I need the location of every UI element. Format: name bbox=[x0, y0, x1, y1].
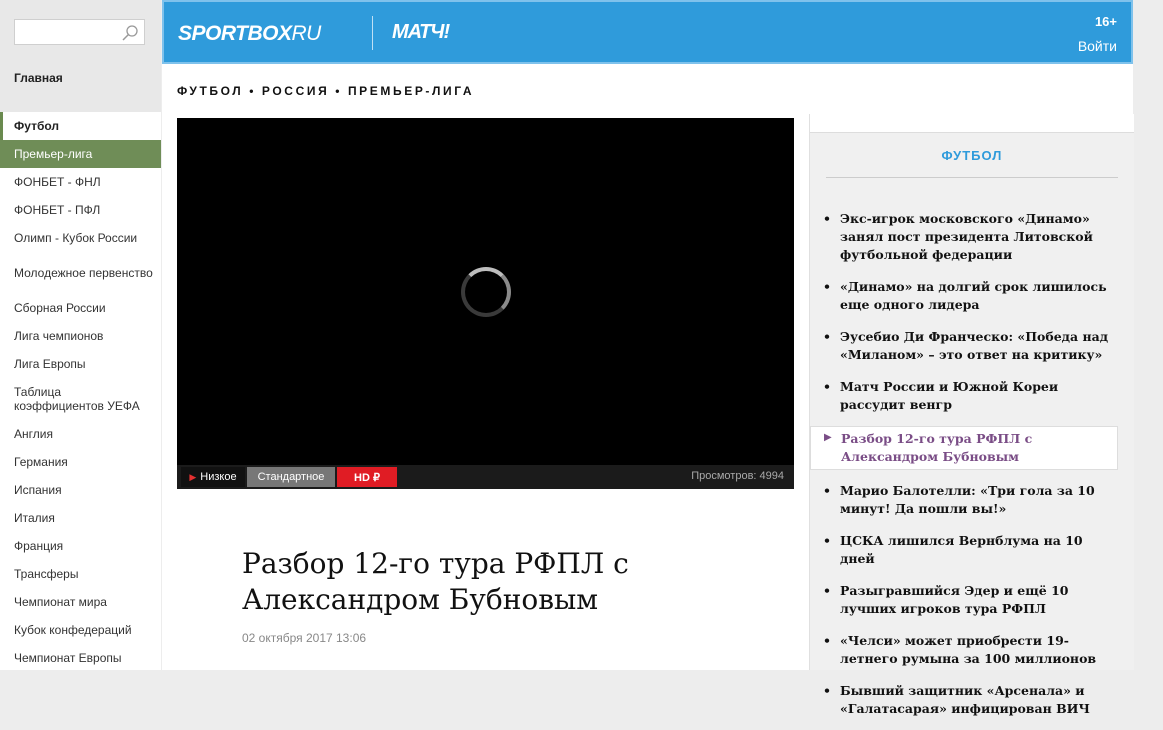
sidebar-menu: Футбол Премьер-лига ФОНБЕТ - ФНЛ ФОНБЕТ … bbox=[0, 112, 161, 672]
news-item-title: Эусебио Ди Франческо: «Победа над «Милан… bbox=[840, 329, 1109, 362]
sidebar-item-pfl[interactable]: ФОНБЕТ - ПФЛ bbox=[0, 196, 161, 224]
news-item-title: Матч России и Южной Кореи рассудит венгр bbox=[840, 379, 1059, 412]
loading-spinner-icon bbox=[461, 267, 511, 317]
quality-low-label: Низкое bbox=[200, 471, 237, 483]
sidebar-item-russian-cup[interactable]: Олимп - Кубок России bbox=[0, 224, 161, 252]
logo-main-text: SPORTBOX bbox=[178, 22, 292, 45]
login-link[interactable]: Войти bbox=[1078, 38, 1117, 54]
logo-suffix-text: RU bbox=[291, 22, 321, 45]
site-header: SPORTBOXRU МАТЧ! 16+ Войти bbox=[162, 0, 1133, 64]
search-input[interactable] bbox=[19, 23, 123, 43]
video-player[interactable]: ▶ Низкое Стандартное HD ₽ Просмотров: 499… bbox=[177, 118, 794, 489]
sidebar-item-spain[interactable]: Испания bbox=[0, 476, 161, 504]
main-content: SPORTBOXRU МАТЧ! 16+ Войти ФУТБОЛ • РОСС… bbox=[162, 0, 1134, 716]
sidebar-item-confederations-cup[interactable]: Кубок конфедераций bbox=[0, 616, 161, 644]
search-icon[interactable] bbox=[121, 24, 139, 42]
sidebar-item-france[interactable]: Франция bbox=[0, 532, 161, 560]
news-item-title: Бывший защитник «Арсенала» и «Галатасара… bbox=[840, 683, 1090, 716]
news-item[interactable]: • «Динамо» на долгий срок лишилось еще од… bbox=[810, 276, 1134, 316]
sidebar-item-premier-league[interactable]: Премьер-лига bbox=[0, 140, 161, 168]
news-list: • Экс-игрок московского «Динамо» занял по… bbox=[810, 208, 1134, 730]
search-box[interactable] bbox=[14, 19, 145, 45]
news-item[interactable]: • Матч России и Южной Кореи рассудит венг… bbox=[810, 376, 1134, 416]
bullet-icon: • bbox=[823, 211, 831, 226]
news-panel-divider bbox=[826, 177, 1118, 178]
bullet-icon: • bbox=[823, 683, 831, 698]
news-panel-heading[interactable]: ФУТБОЛ bbox=[810, 148, 1134, 163]
sidebar-item-italy[interactable]: Италия bbox=[0, 504, 161, 532]
sidebar-item-euro[interactable]: Чемпионат Европы bbox=[0, 644, 161, 672]
quality-hd-button[interactable]: HD ₽ bbox=[337, 467, 397, 487]
play-arrow-icon: ▶ bbox=[824, 432, 832, 443]
news-item-title: Разбор 12-го тура РФПЛ с Александром Буб… bbox=[841, 431, 1033, 464]
article-title: Разбор 12-го тура РФПЛ с Александром Буб… bbox=[242, 547, 629, 616]
bullet-icon: • bbox=[823, 633, 831, 648]
sidebar: Главная Футбол Премьер-лига ФОНБЕТ - ФНЛ… bbox=[0, 0, 161, 670]
sidebar-item-england[interactable]: Англия bbox=[0, 420, 161, 448]
news-item-title: Марио Балотелли: «Три гола за 10 минут! … bbox=[840, 483, 1095, 516]
view-count: Просмотров: 4994 bbox=[691, 470, 784, 482]
news-item[interactable]: • Экс-игрок московского «Динамо» занял по… bbox=[810, 208, 1134, 266]
sidebar-top: Главная bbox=[0, 0, 161, 112]
news-item-title: ЦСКА лишился Вернблума на 10 дней bbox=[840, 533, 1083, 566]
age-rating-badge: 16+ bbox=[1094, 14, 1117, 29]
bullet-icon: • bbox=[823, 483, 831, 498]
bullet-icon: • bbox=[823, 329, 831, 344]
sportbox-logo[interactable]: SPORTBOXRU bbox=[178, 22, 321, 46]
quality-standard-button[interactable]: Стандартное bbox=[247, 467, 335, 487]
breadcrumb[interactable]: ФУТБОЛ • РОССИЯ • ПРЕМЬЕР-ЛИГА bbox=[177, 84, 474, 98]
news-panel: ФУТБОЛ • Экс-игрок московского «Динамо» з… bbox=[809, 114, 1134, 716]
news-item[interactable]: • Марио Балотелли: «Три гола за 10 минут!… bbox=[810, 480, 1134, 520]
sidebar-item-champions-league[interactable]: Лига чемпионов bbox=[0, 322, 161, 350]
news-item-title: «Динамо» на долгий срок лишилось еще одн… bbox=[840, 279, 1107, 312]
sidebar-item-germany[interactable]: Германия bbox=[0, 448, 161, 476]
play-icon: ▶ bbox=[189, 471, 197, 482]
sidebar-item-football[interactable]: Футбол bbox=[0, 112, 161, 140]
sidebar-item-fnl[interactable]: ФОНБЕТ - ФНЛ bbox=[0, 168, 161, 196]
bullet-icon: • bbox=[823, 279, 831, 294]
sidebar-item-transfers[interactable]: Трансферы bbox=[0, 560, 161, 588]
news-panel-top-strip bbox=[810, 114, 1134, 133]
news-item[interactable]: • «Челси» может приобрести 19-летнего рум… bbox=[810, 630, 1134, 670]
article-date: 02 октября 2017 13:06 bbox=[242, 631, 367, 645]
bullet-icon: • bbox=[823, 583, 831, 598]
news-item-title: Экс-игрок московского «Динамо» занял пос… bbox=[840, 211, 1093, 262]
news-item[interactable]: • Разыгравшийся Эдер и ещё 10 лучших игро… bbox=[810, 580, 1134, 620]
news-item-current[interactable]: ▶ Разбор 12-го тура РФПЛ с Александром Бу… bbox=[810, 426, 1118, 470]
sidebar-item-youth-league[interactable]: Молодежное первенство bbox=[0, 252, 161, 294]
quality-low-button[interactable]: ▶ Низкое bbox=[181, 467, 245, 487]
sidebar-item-russia-national-team[interactable]: Сборная России bbox=[0, 294, 161, 322]
match-logo[interactable]: МАТЧ! bbox=[392, 21, 450, 44]
video-control-bar: ▶ Низкое Стандартное HD ₽ Просмотров: 499… bbox=[177, 465, 794, 489]
sidebar-home-link[interactable]: Главная bbox=[14, 71, 63, 85]
news-item-title: Разыгравшийся Эдер и ещё 10 лучших игрок… bbox=[840, 583, 1069, 616]
sidebar-item-uefa-coefficients[interactable]: Таблица коэффициентов УЕФА bbox=[0, 378, 161, 420]
news-item[interactable]: • Эусебио Ди Франческо: «Победа над «Мила… bbox=[810, 326, 1134, 366]
news-item-title: «Челси» может приобрести 19-летнего румы… bbox=[840, 633, 1097, 666]
news-item[interactable]: • ЦСКА лишился Вернблума на 10 дней bbox=[810, 530, 1134, 570]
news-item[interactable]: • Бывший защитник «Арсенала» и «Галатасар… bbox=[810, 680, 1134, 720]
sidebar-item-europa-league[interactable]: Лига Европы bbox=[0, 350, 161, 378]
bullet-icon: • bbox=[823, 379, 831, 394]
sidebar-item-world-cup[interactable]: Чемпионат мира bbox=[0, 588, 161, 616]
bullet-icon: • bbox=[823, 533, 831, 548]
logo-divider bbox=[372, 16, 373, 50]
